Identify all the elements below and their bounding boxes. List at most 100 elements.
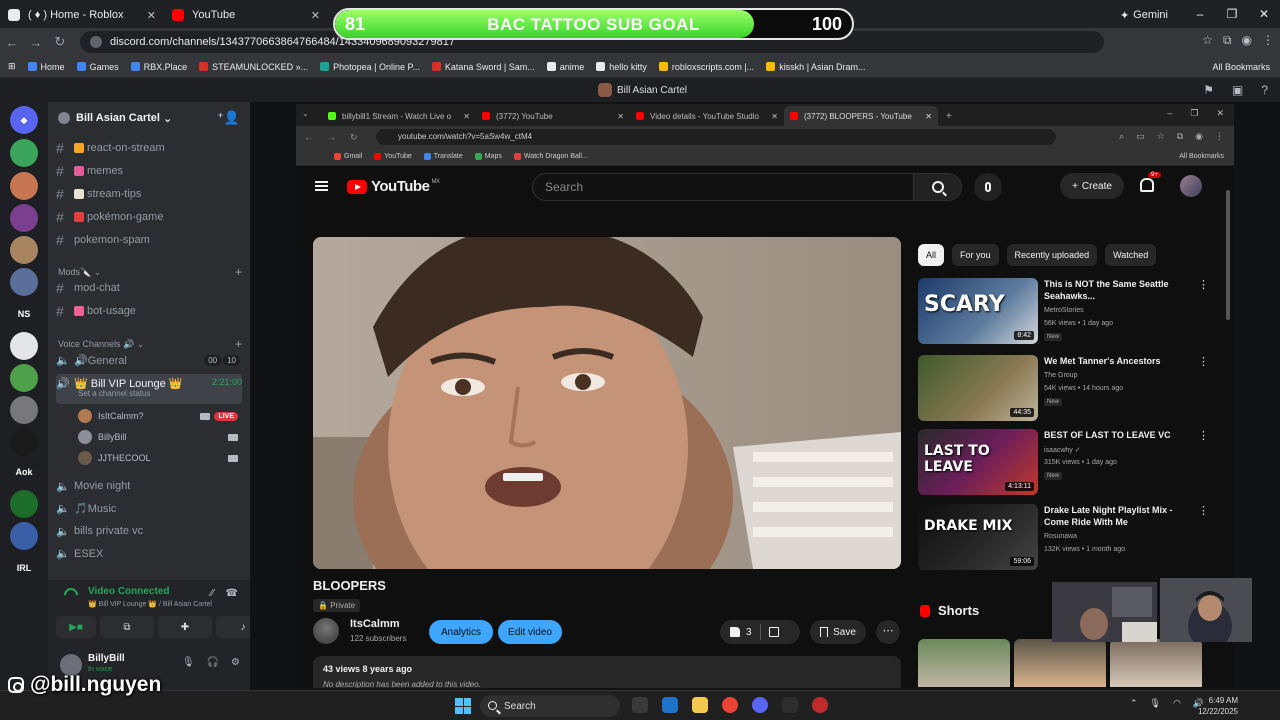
dislike-icon[interactable] [768, 627, 779, 637]
bookmark-item[interactable]: Gmail [334, 153, 362, 160]
invite-people-icon[interactable]: ⁺👤 [217, 110, 240, 126]
text-channel-item[interactable]: # stream-tips [56, 184, 242, 204]
close-icon[interactable]: ✕ [921, 112, 932, 121]
text-channel-item[interactable]: # pokémon-game [56, 207, 242, 227]
recommended-video[interactable]: 44:35 We Met Tanner's Ancestors The Group 5… [918, 355, 1218, 423]
zoom-icon[interactable]: ⌕ [1119, 131, 1124, 142]
disconnect-icon[interactable]: ☎ [226, 588, 238, 599]
video-thumbnail[interactable]: 44:35 [918, 355, 1038, 421]
text-channel-item[interactable]: # pokemon-spam [56, 230, 242, 250]
more-options-icon[interactable]: ⋮ [1198, 278, 1209, 291]
category-voice[interactable]: Voice Channels 🔊 ⌄ + [58, 337, 242, 351]
voice-search-button[interactable] [974, 173, 1002, 201]
noise-suppression-icon[interactable]: ⁄⁄ [211, 588, 214, 599]
profile-icon[interactable]: ◉ [1195, 131, 1203, 142]
bookmark-item[interactable]: Games [76, 62, 119, 72]
notifications-bell-icon[interactable] [1140, 178, 1154, 192]
voice-user[interactable]: JJTHECOOL [78, 449, 238, 467]
recommended-video[interactable]: LAST TO LEAVE 4:13:11 BEST OF LAST TO LEAV… [918, 429, 1218, 497]
extensions-icon[interactable]: ⧉ [1177, 131, 1183, 142]
recommended-channel[interactable]: The Group [1044, 372, 1077, 379]
screen-share-button[interactable]: ⧉ [100, 616, 154, 638]
bookmark-item[interactable]: STEAMUNLOCKED »... [199, 62, 308, 72]
bookmark-item[interactable]: robloxscripts.com |... [658, 62, 754, 72]
bookmark-item[interactable]: YouTube [374, 153, 412, 160]
headphones-icon[interactable]: 🎧 [207, 657, 219, 668]
bookmark-item[interactable]: Photopea | Online P... [320, 62, 420, 72]
youtube-logo[interactable]: YouTube MX [347, 178, 440, 195]
video-thumbnail[interactable]: LAST TO LEAVE 4:13:11 [918, 429, 1038, 495]
bookmark-item[interactable]: Maps [474, 153, 502, 160]
forward-icon[interactable]: → [327, 132, 336, 142]
text-channel-item[interactable]: # memes [56, 161, 242, 181]
site-info-icon[interactable] [90, 36, 102, 48]
app-icon[interactable] [782, 697, 798, 713]
scrollbar[interactable] [1226, 190, 1230, 320]
clock[interactable]: 6:49 AM 12/22/2025 [1198, 695, 1238, 717]
outer-tab-roblox[interactable]: ( ♦ ) Home - Roblox ✕ [0, 2, 164, 28]
recommended-channel[interactable]: MetroStories [1044, 307, 1084, 314]
server-icon[interactable] [10, 332, 38, 360]
server-icon[interactable] [10, 172, 38, 200]
voice-channel-item[interactable]: 🔈 ESEX [56, 544, 242, 564]
inner-url-field[interactable]: youtube.com/watch?v=5aSw4w_ctM4 [376, 129, 1056, 145]
microphone-icon[interactable]: 🎙 [1150, 698, 1161, 709]
search-input[interactable]: Search [532, 173, 914, 201]
apps-icon[interactable]: ⊞ [8, 61, 16, 72]
voice-user[interactable]: IsItCalmm? LIVE [78, 407, 238, 425]
server-icon[interactable]: IRL [10, 554, 38, 582]
tab-search-icon[interactable]: ⌄ [302, 109, 309, 118]
inbox-icon[interactable]: ⚑ [1203, 83, 1214, 97]
all-bookmarks-link[interactable]: All Bookmarks [1179, 153, 1224, 160]
bookmark-item[interactable]: RBX.Place [130, 62, 187, 72]
file-explorer-icon[interactable] [692, 697, 708, 713]
taskbar-search[interactable]: Search [480, 695, 620, 717]
filter-chip[interactable]: Watched [1105, 244, 1157, 266]
cast-icon[interactable]: ▭ [1136, 131, 1145, 142]
recommended-video[interactable]: DRAKE MIX 59:06 Drake Late Night Playlist … [918, 504, 1218, 572]
voice-channel-item[interactable]: 🔈 🎵Music [56, 499, 242, 519]
voice-connected-location[interactable]: 👑 Bill VIP Lounge 👑 / Bill Asian Cartel [88, 600, 212, 608]
add-channel-icon[interactable]: + [235, 337, 242, 351]
back-icon[interactable]: ← [304, 132, 313, 142]
server-name-header[interactable]: Bill Asian Cartel ⌄ ⁺👤 [48, 102, 250, 134]
server-icon[interactable]: NS [10, 300, 38, 328]
inner-tab[interactable]: billybill1 Stream - Watch Live o ✕ [322, 106, 476, 126]
close-icon[interactable]: ✕ [767, 112, 778, 121]
short-thumbnail[interactable] [1110, 639, 1202, 687]
new-tab-icon[interactable]: + [946, 111, 952, 122]
bookmark-item[interactable]: Watch Dragon Ball... [513, 153, 588, 160]
like-icon[interactable] [730, 627, 740, 637]
server-icon[interactable] [10, 139, 38, 167]
server-icon[interactable] [10, 236, 38, 264]
server-icon[interactable] [10, 204, 38, 232]
extensions-icon[interactable]: ⧉ [1223, 33, 1232, 48]
hamburger-menu-icon[interactable] [315, 181, 328, 191]
minimize-icon[interactable]: – [1167, 108, 1172, 119]
category-mods[interactable]: Mods🔪 ⌄ + [58, 265, 242, 279]
close-icon[interactable]: ✕ [613, 112, 624, 121]
search-button[interactable] [914, 173, 962, 201]
more-options-icon[interactable]: ⋮ [1198, 355, 1209, 368]
bookmark-item[interactable]: hello kitty [596, 62, 647, 72]
maximize-icon[interactable]: ❐ [1216, 0, 1248, 28]
short-thumbnail[interactable] [1014, 639, 1106, 687]
inner-tab[interactable]: (3772) YouTube ✕ [476, 106, 630, 126]
server-icon[interactable] [10, 268, 38, 296]
reload-icon[interactable]: ↻ [48, 34, 72, 50]
forward-icon[interactable]: → [24, 35, 48, 50]
help-icon[interactable]: ? [1261, 83, 1268, 97]
minimize-icon[interactable]: – [1184, 0, 1216, 28]
more-options-icon[interactable]: ⋮ [1198, 504, 1209, 517]
close-icon[interactable]: ✕ [459, 112, 470, 121]
discord-home-icon[interactable]: ◆ [10, 106, 38, 134]
channel-avatar[interactable] [313, 618, 339, 644]
bookmark-star-icon[interactable]: ☆ [1157, 131, 1165, 142]
short-thumbnail[interactable] [918, 639, 1010, 687]
wifi-icon[interactable]: ◠ [1173, 698, 1181, 709]
activities-button[interactable]: ✚ [158, 616, 212, 638]
bookmark-star-icon[interactable]: ☆ [1202, 33, 1213, 48]
task-view-icon[interactable] [632, 697, 648, 713]
voice-channel-general[interactable]: 🔈 🔊General 00 10 [56, 350, 242, 370]
settings-gear-icon[interactable]: ⚙ [231, 657, 240, 668]
